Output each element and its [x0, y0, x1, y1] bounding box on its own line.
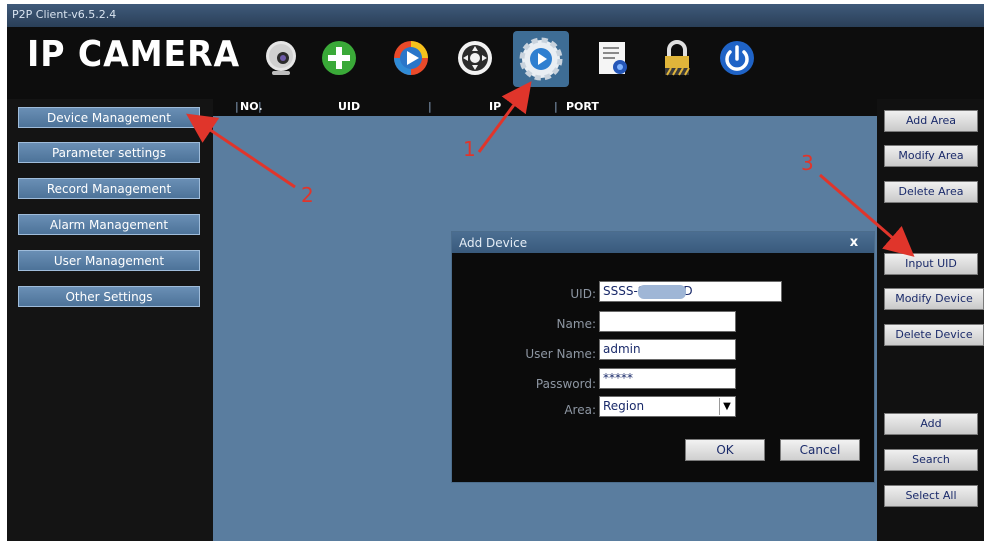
arrow-1	[477, 81, 532, 153]
annotation-arrows	[186, 81, 915, 257]
annotation-3: 3	[801, 151, 814, 175]
arrow-2	[186, 113, 296, 189]
annotation-1: 1	[463, 137, 476, 161]
annotation-2: 2	[301, 183, 314, 207]
arrow-3	[819, 173, 915, 257]
